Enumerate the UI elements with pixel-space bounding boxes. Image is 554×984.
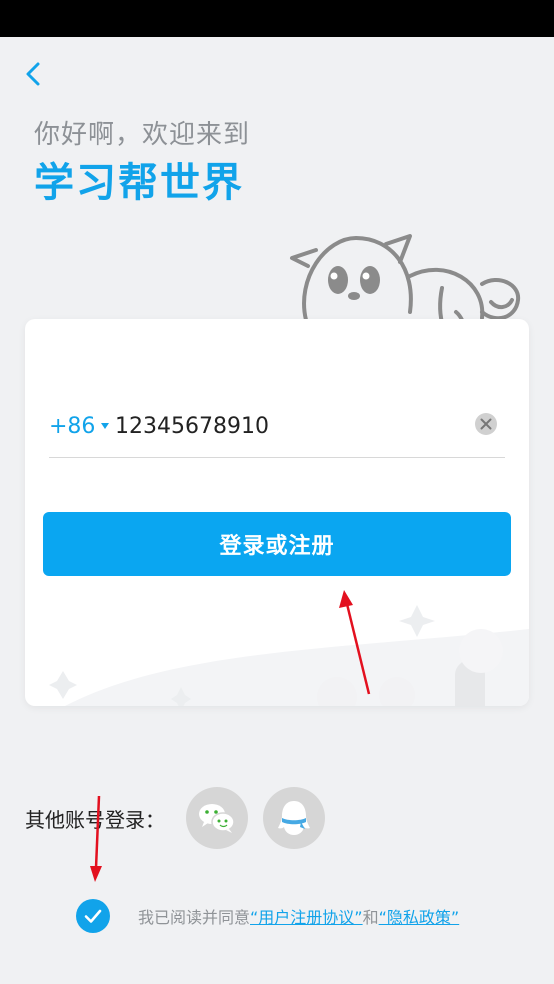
qq-login-button[interactable] xyxy=(263,787,325,849)
agreement-row: 我已阅读并同意“用户注册协议”和“隐私政策” xyxy=(76,898,459,934)
agreement-text: 我已阅读并同意“用户注册协议”和“隐私政策” xyxy=(138,904,459,928)
agreement-checkbox[interactable] xyxy=(76,899,110,933)
clear-input-button[interactable] xyxy=(474,412,498,436)
caret-down-icon xyxy=(101,423,110,429)
back-button[interactable] xyxy=(16,56,52,92)
wechat-icon xyxy=(199,804,235,833)
check-icon xyxy=(84,909,102,923)
chevron-left-icon xyxy=(26,62,40,86)
wechat-login-button[interactable] xyxy=(186,787,248,849)
login-or-register-button[interactable]: 登录或注册 xyxy=(43,512,511,576)
welcome-greeting: 你好啊，欢迎来到 xyxy=(34,120,251,150)
user-agreement-link[interactable]: “用户注册协议” xyxy=(250,908,363,927)
country-code-value: +86 xyxy=(49,413,96,439)
qq-icon xyxy=(278,801,310,835)
phone-number-input[interactable] xyxy=(115,409,455,443)
agreement-prefix: 我已阅读并同意 xyxy=(138,908,251,927)
status-bar xyxy=(0,0,554,37)
agreement-conjunction: 和 xyxy=(362,908,379,927)
phone-input-underline xyxy=(49,457,505,458)
app-headline: 学习帮世界 xyxy=(34,160,244,206)
privacy-policy-link[interactable]: “隐私政策” xyxy=(379,908,460,927)
other-login-label: 其他账号登录： xyxy=(25,808,165,832)
login-card: +86 登录或注册 xyxy=(25,319,529,706)
clear-icon xyxy=(475,413,497,435)
country-code-selector[interactable]: +86 xyxy=(49,411,110,441)
